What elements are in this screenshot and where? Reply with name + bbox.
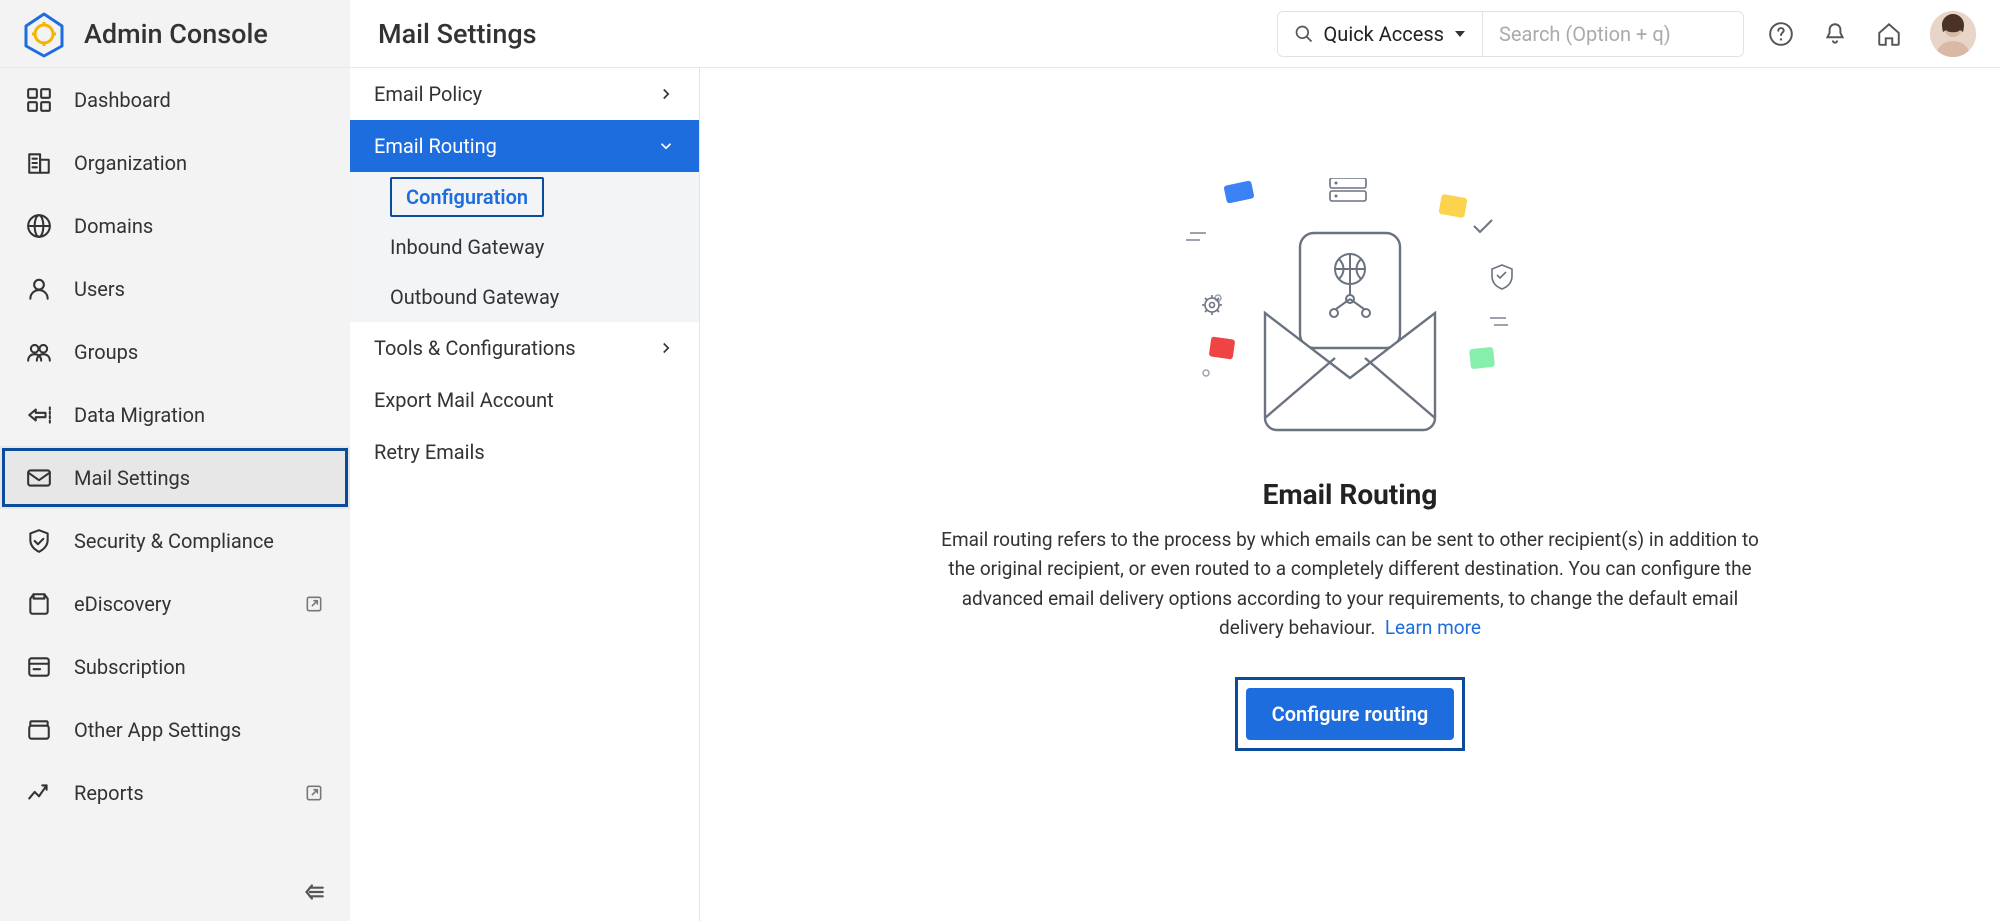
- search-input[interactable]: [1483, 12, 1743, 56]
- submenu-item-retry-emails[interactable]: Retry Emails: [350, 426, 699, 478]
- sidebar-item-label: Domains: [74, 214, 153, 238]
- external-icon: [304, 783, 324, 803]
- submenu-item-email-routing[interactable]: Email Routing: [350, 120, 699, 172]
- sidebar-item-label: Reports: [74, 781, 144, 805]
- learn-more-link[interactable]: Learn more: [1385, 616, 1481, 639]
- sidebar-item-groups[interactable]: Groups: [0, 320, 350, 383]
- sidebar-item-label: Other App Settings: [74, 718, 241, 742]
- sidebar-item-subscription[interactable]: Subscription: [0, 635, 350, 698]
- main-body: Email routing refers to the process by w…: [940, 525, 1760, 643]
- submenu-item-label: Export Mail Account: [374, 388, 554, 412]
- cta-highlight: Configure routing: [1235, 677, 1466, 751]
- submenu-item-label: Email Policy: [374, 82, 482, 106]
- sidebar-item-label: Groups: [74, 340, 138, 364]
- submenu-item-tools-configurations[interactable]: Tools & Configurations: [350, 322, 699, 374]
- migration-icon: [26, 402, 52, 428]
- submenu-subitem-label: Configuration: [390, 177, 544, 217]
- shield-icon: [26, 528, 52, 554]
- bell-icon[interactable]: [1822, 21, 1848, 47]
- submenu-item-export-mail-account[interactable]: Export Mail Account: [350, 374, 699, 426]
- submenu-subitem-configuration[interactable]: Configuration: [350, 172, 699, 222]
- groups-icon: [26, 339, 52, 365]
- main-content: Email Routing Email routing refers to th…: [700, 68, 2000, 921]
- chevron-right-icon: [657, 85, 675, 103]
- subscription-icon: [26, 654, 52, 680]
- submenu-item-email-policy[interactable]: Email Policy: [350, 68, 699, 120]
- sidebar-item-users[interactable]: Users: [0, 257, 350, 320]
- configure-routing-button[interactable]: Configure routing: [1246, 688, 1455, 740]
- submenu-item-label: Retry Emails: [374, 440, 485, 464]
- sidebar-item-label: Data Migration: [74, 403, 205, 427]
- sidebar-item-label: Users: [74, 277, 125, 301]
- sidebar-item-label: Organization: [74, 151, 187, 175]
- submenu-item-label: Email Routing: [374, 134, 497, 158]
- sidebar-item-label: Security & Compliance: [74, 529, 274, 553]
- sidebar-item-security-compliance[interactable]: Security & Compliance: [0, 509, 350, 572]
- chevron-right-icon: [657, 339, 675, 357]
- user-icon: [26, 276, 52, 302]
- search-icon: [1294, 24, 1314, 44]
- sidebar-item-dashboard[interactable]: Dashboard: [0, 68, 350, 131]
- sidebar-item-label: eDiscovery: [74, 592, 171, 616]
- quick-access-label: Quick Access: [1324, 22, 1444, 46]
- email-routing-illustration: [1160, 178, 1540, 438]
- submenu-item-label: Tools & Configurations: [374, 336, 576, 360]
- submenu-subitem-label: Inbound Gateway: [390, 235, 544, 259]
- collapse-sidebar-icon[interactable]: [300, 879, 326, 905]
- ediscovery-icon: [26, 591, 52, 617]
- submenu-subitem-label: Outbound Gateway: [390, 285, 559, 309]
- org-icon: [26, 150, 52, 176]
- home-icon[interactable]: [1876, 21, 1902, 47]
- sidebar-item-other-app-settings[interactable]: Other App Settings: [0, 698, 350, 761]
- help-icon[interactable]: [1768, 21, 1794, 47]
- app-logo-icon: [20, 10, 68, 58]
- sidebar-item-organization[interactable]: Organization: [0, 131, 350, 194]
- app-title: Admin Console: [84, 18, 268, 50]
- quick-access-dropdown[interactable]: Quick Access: [1278, 12, 1483, 56]
- page-title: Mail Settings: [350, 18, 537, 50]
- dashboard-icon: [26, 87, 52, 113]
- main-heading: Email Routing: [1263, 478, 1438, 511]
- globe-icon: [26, 213, 52, 239]
- sidebar: Dashboard Organization Domains Users Groups D…: [0, 68, 350, 921]
- sidebar-item-ediscovery[interactable]: eDiscovery: [0, 572, 350, 635]
- chevron-down-icon: [657, 137, 675, 155]
- external-icon: [304, 594, 324, 614]
- mail-icon: [26, 465, 52, 491]
- apps-icon: [26, 717, 52, 743]
- sidebar-item-mail-settings[interactable]: Mail Settings: [0, 446, 350, 509]
- submenu-subitem-inbound-gateway[interactable]: Inbound Gateway: [350, 222, 699, 272]
- reports-icon: [26, 780, 52, 806]
- sidebar-item-reports[interactable]: Reports: [0, 761, 350, 824]
- quick-access-box: Quick Access: [1277, 11, 1744, 57]
- sidebar-item-domains[interactable]: Domains: [0, 194, 350, 257]
- submenu: Email Policy Email Routing Configuration In…: [350, 68, 700, 921]
- caret-down-icon: [1454, 28, 1466, 40]
- submenu-subitem-outbound-gateway[interactable]: Outbound Gateway: [350, 272, 699, 322]
- sidebar-item-label: Subscription: [74, 655, 186, 679]
- sidebar-item-data-migration[interactable]: Data Migration: [0, 383, 350, 446]
- sidebar-item-label: Mail Settings: [74, 466, 190, 490]
- sidebar-item-label: Dashboard: [74, 88, 171, 112]
- avatar[interactable]: [1930, 11, 1976, 57]
